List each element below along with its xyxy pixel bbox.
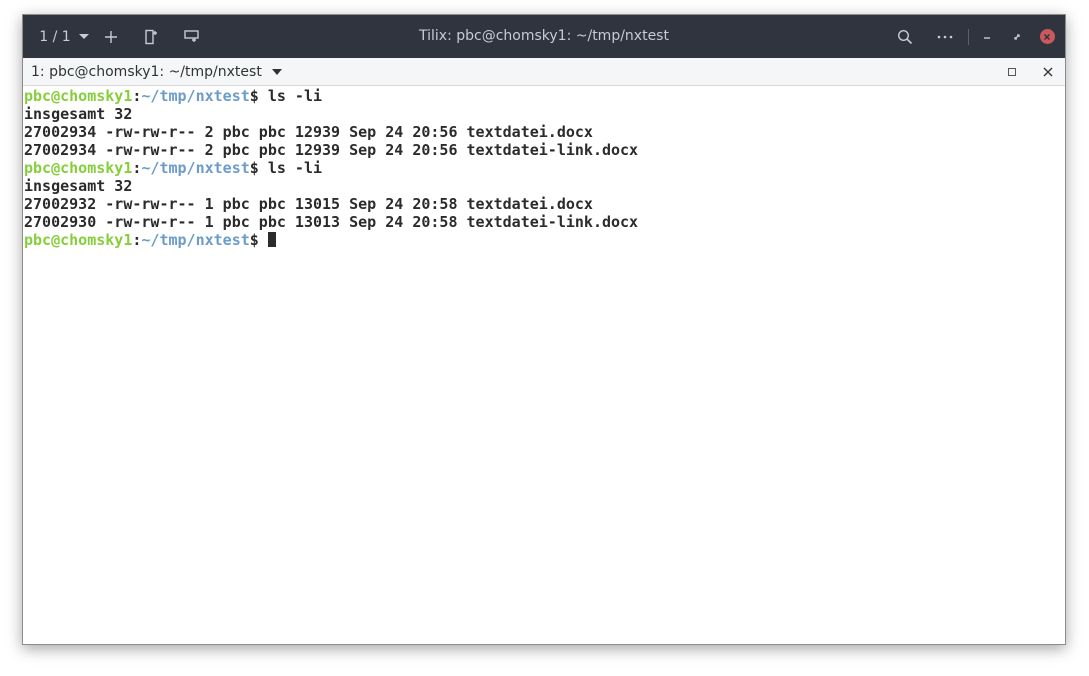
plus-icon <box>105 30 117 43</box>
close-icon <box>1043 67 1053 76</box>
header-bar: 1 / 1 Tilix: pbc@chomsky1: ~/tmp/nxtest <box>23 15 1065 58</box>
maximize-icon <box>1014 33 1020 40</box>
prompt-user: pbc@chomsky1 <box>24 159 133 177</box>
split-down-button[interactable] <box>180 15 204 58</box>
split-down-icon <box>184 29 199 42</box>
prompt-path: ~/tmp/nxtest <box>141 87 250 105</box>
output-line: 27002934 -rw-rw-r-- 2 pbc pbc 12939 Sep … <box>24 123 593 141</box>
output-line: insgesamt 32 <box>24 105 133 123</box>
terminal-title-bar: 1: pbc@chomsky1: ~/tmp/nxtest <box>23 58 1065 86</box>
maximize-button[interactable] <box>1006 15 1028 58</box>
minimize-button[interactable] <box>976 15 998 58</box>
minimize-icon <box>984 36 990 39</box>
header-separator <box>968 29 969 45</box>
session-switcher-button[interactable]: 1 / 1 <box>31 15 97 58</box>
terminal-maximize-button[interactable] <box>1002 58 1022 85</box>
prompt-symbol: $ <box>249 159 259 177</box>
prompt-line: pbc@chomsky1:~/tmp/nxtest$ ls -li <box>24 87 1065 105</box>
terminal-window: 1 / 1 Tilix: pbc@chomsky1: ~/tmp/nxtest <box>22 14 1066 645</box>
prompt-line: pbc@chomsky1:~/tmp/nxtest$ ls -li <box>24 159 1065 177</box>
prompt-user: pbc@chomsky1 <box>24 87 133 105</box>
prompt-path: ~/tmp/nxtest <box>141 231 250 249</box>
command-text: ls -li <box>258 87 323 105</box>
search-icon <box>897 29 913 44</box>
split-right-icon <box>145 29 157 44</box>
prompt-user: pbc@chomsky1 <box>24 231 133 249</box>
terminal-title-button[interactable]: 1: pbc@chomsky1: ~/tmp/nxtest <box>31 58 282 85</box>
terminal-title: 1: pbc@chomsky1: ~/tmp/nxtest <box>31 63 262 80</box>
text-cursor <box>267 232 276 247</box>
output-line: 27002930 -rw-rw-r-- 1 pbc pbc 13013 Sep … <box>24 213 639 231</box>
search-button[interactable] <box>893 15 917 58</box>
prompt-symbol: $ <box>249 231 259 249</box>
menu-button[interactable] <box>933 15 957 58</box>
more-horizontal-icon <box>937 35 953 38</box>
chevron-down-icon <box>78 34 89 39</box>
session-counter: 1 / 1 <box>39 28 71 45</box>
output-line: 27002934 -rw-rw-r-- 2 pbc pbc 12939 Sep … <box>24 141 639 159</box>
terminal-close-button[interactable] <box>1038 58 1058 85</box>
split-right-button[interactable] <box>140 15 164 58</box>
command-text: ls -li <box>258 159 323 177</box>
prompt-line: pbc@chomsky1:~/tmp/nxtest$ <box>24 231 1065 249</box>
chevron-down-icon <box>271 68 282 75</box>
prompt-symbol: $ <box>249 87 259 105</box>
add-session-button[interactable] <box>99 15 123 58</box>
window-title: Tilix: pbc@chomsky1: ~/tmp/nxtest <box>419 28 669 44</box>
output-line: insgesamt 32 <box>24 177 133 195</box>
maximize-icon <box>1008 67 1016 76</box>
terminal-output[interactable]: pbc@chomsky1:~/tmp/nxtest$ ls -li insges… <box>24 87 1065 644</box>
close-icon <box>1039 29 1055 44</box>
output-line: 27002932 -rw-rw-r-- 1 pbc pbc 13015 Sep … <box>24 195 593 213</box>
prompt-path: ~/tmp/nxtest <box>141 159 250 177</box>
close-button[interactable] <box>1036 15 1058 58</box>
